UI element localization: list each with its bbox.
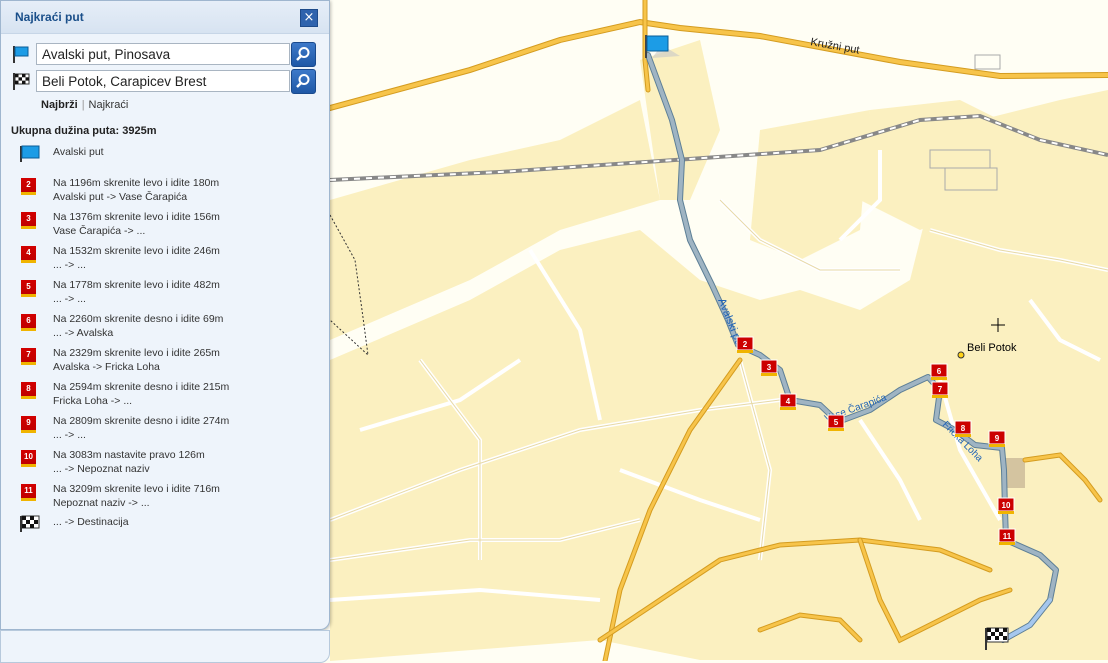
step-instruction: Na 2809m skrenite desno i idite 274m [53, 415, 230, 427]
step-number-badge: 7 [21, 348, 36, 365]
panel-title: Najkraći put [15, 10, 84, 24]
route-marker-5[interactable]: 5 [827, 414, 845, 431]
checkered-flag-icon [13, 73, 30, 90]
route-marker-3[interactable]: 3 [760, 359, 778, 376]
step-streets: ... -> ... [53, 293, 86, 305]
route-marker-label: 9 [995, 434, 1000, 443]
route-marker-label: 11 [1003, 532, 1012, 541]
route-marker-7[interactable]: 7 [931, 381, 949, 398]
route-marker-label: 4 [786, 397, 791, 406]
close-button[interactable]: × [300, 9, 318, 27]
route-panel: Najkraći put × Avalski put, Pinosava Bel… [0, 0, 330, 630]
step-instruction: Na 2594m skrenite desno i idite 215m [53, 381, 230, 393]
step-instruction: Na 3083m nastavite pravo 126m [53, 449, 205, 461]
route-marker-underline [989, 444, 1005, 447]
step-instruction: Na 1376m skrenite levo i idite 156m [53, 211, 220, 223]
route-step-6[interactable]: 6 Na 2260m skrenite desno i idite 69m ... … [19, 311, 319, 343]
start-search-button[interactable] [291, 42, 316, 67]
mode-shortest-link[interactable]: Najkraći [89, 99, 129, 111]
route-step-2[interactable]: 2 Na 1196m skrenite levo i idite 180m Aval… [19, 175, 319, 207]
route-marker-underline [999, 542, 1015, 545]
route-marker-underline [998, 511, 1014, 514]
poi-label-beli-potok: Beli Potok [967, 342, 1017, 354]
step-instruction: Na 1778m skrenite levo i idite 482m [53, 279, 220, 291]
start-row [9, 42, 319, 67]
search-icon [296, 47, 310, 61]
step-number-badge: 9 [21, 416, 36, 433]
route-marker-6[interactable]: 6 [930, 363, 948, 380]
route-marker-label: 3 [767, 363, 772, 372]
step-end[interactable]: ... -> Destinacija [19, 515, 319, 547]
blue-flag-icon [13, 46, 29, 63]
route-marker-label: 5 [834, 418, 839, 427]
step-streets: ... -> ... [53, 259, 86, 271]
step-number-badge: 11 [21, 484, 36, 501]
total-length: Ukupna dužina puta: 3925m [11, 125, 157, 137]
route-step-8[interactable]: 8 Na 2594m skrenite desno i idite 215m Fri… [19, 379, 319, 411]
route-step-11[interactable]: 11 Na 3209m skrenite levo i idite 716m Nep… [19, 481, 319, 513]
panel-footer [0, 630, 330, 663]
route-marker-4[interactable]: 4 [779, 393, 797, 410]
panel-titlebar: Najkraći put × [1, 1, 329, 34]
step-streets: ... -> ... [53, 429, 86, 441]
route-mode-tabs: Najbrži | Najkraći [41, 99, 128, 111]
step-streets: Vase Čarapića -> ... [53, 225, 146, 237]
step-number-badge: 6 [21, 314, 36, 331]
step-start[interactable]: Avalski put [19, 145, 319, 177]
poi-dot-beli-potok [957, 351, 965, 359]
route-marker-label: 8 [961, 424, 966, 433]
mode-fastest-link[interactable]: Najbrži [41, 99, 78, 111]
route-marker-label: 10 [1002, 501, 1011, 510]
end-input[interactable] [36, 70, 290, 92]
route-marker-underline [955, 434, 971, 437]
route-step-4[interactable]: 4 Na 1532m skrenite levo i idite 246m ... … [19, 243, 319, 275]
step-instruction: Na 2260m skrenite desno i idite 69m [53, 313, 224, 325]
step-number-badge: 10 [21, 450, 36, 467]
step-number-badge: 8 [21, 382, 36, 399]
step-number-badge: 4 [21, 246, 36, 263]
step-streets: Avalska -> Fricka Loha [53, 361, 160, 373]
building-block [1005, 458, 1025, 488]
mode-separator: | [81, 99, 85, 111]
step-instruction: Na 1532m skrenite levo i idite 246m [53, 245, 220, 257]
step-number-badge: 2 [21, 178, 36, 195]
route-marker-underline [761, 373, 777, 376]
step-end-label: ... -> Destinacija [53, 516, 129, 528]
step-streets: ... -> Nepoznat naziv [53, 463, 150, 475]
step-streets: Fricka Loha -> ... [53, 395, 133, 407]
route-step-10[interactable]: 10 Na 3083m nastavite pravo 126m ... -> Ne… [19, 447, 319, 479]
blue-flag-icon [20, 145, 40, 162]
step-streets: Nepoznat naziv -> ... [53, 497, 150, 509]
route-marker-label: 7 [938, 385, 943, 394]
route-step-3[interactable]: 3 Na 1376m skrenite levo i idite 156m Vase… [19, 209, 319, 241]
end-row [9, 69, 319, 94]
route-step-5[interactable]: 5 Na 1778m skrenite levo i idite 482m ... … [19, 277, 319, 309]
route-marker-label: 6 [937, 367, 942, 376]
route-marker-underline [828, 428, 844, 431]
search-icon [296, 74, 310, 88]
route-step-9[interactable]: 9 Na 2809m skrenite desno i idite 274m...… [19, 413, 319, 445]
route-marker-9[interactable]: 9 [988, 430, 1006, 447]
end-search-button[interactable] [291, 69, 316, 94]
route-marker-underline [932, 395, 948, 398]
route-marker-11[interactable]: 11 [998, 528, 1016, 545]
step-streets: ... -> Avalska [53, 327, 114, 339]
route-marker-label: 2 [743, 340, 748, 349]
step-number-badge: 3 [21, 212, 36, 229]
route-marker-underline [931, 377, 947, 380]
route-marker-8[interactable]: 8 [954, 420, 972, 437]
start-input[interactable] [36, 43, 290, 65]
route-marker-underline [737, 350, 753, 353]
route-marker-underline [780, 407, 796, 410]
step-instruction: Na 1196m skrenite levo i idite 180m [53, 177, 220, 189]
step-number-badge: 5 [21, 280, 36, 297]
step-instruction: Na 3209m skrenite levo i idite 716m [53, 483, 220, 495]
route-step-7[interactable]: 7 Na 2329m skrenite levo i idite 265m Aval… [19, 345, 319, 377]
step-streets: Avalski put -> Vase Čarapića [53, 191, 188, 203]
step-instruction: Na 2329m skrenite levo i idite 265m [53, 347, 220, 359]
checkered-flag-icon [20, 515, 40, 532]
step-start-label: Avalski put [53, 146, 104, 158]
route-marker-10[interactable]: 10 [997, 497, 1015, 514]
route-marker-2[interactable]: 2 [736, 336, 754, 353]
